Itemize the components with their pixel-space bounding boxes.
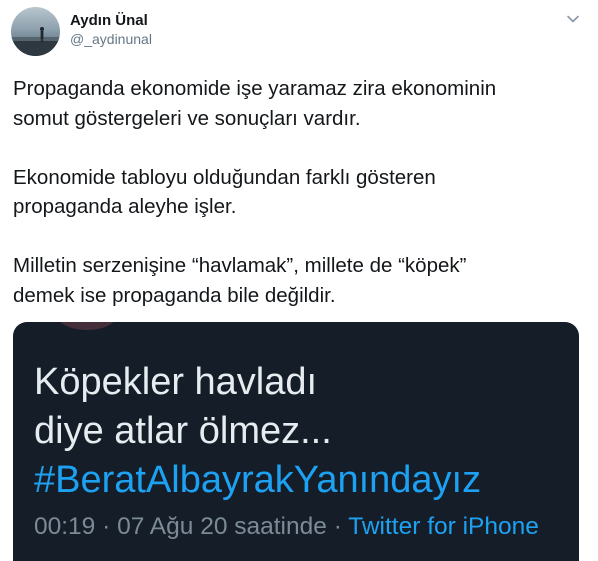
tweet-text-line: Milletin serzenişine “havlamak”, millete… bbox=[13, 254, 467, 277]
quoted-text-line-1: Köpekler havladı bbox=[34, 361, 318, 403]
attached-screenshot[interactable]: Köpekler havladı diye atlar ölmez... #Be… bbox=[13, 322, 579, 561]
tweet-card: Aydın Ünal @_aydinunal Propaganda ekonom… bbox=[0, 0, 598, 561]
tweet-text-line: propaganda aleyhe işler. bbox=[13, 195, 237, 218]
avatar[interactable] bbox=[11, 7, 60, 56]
author-display-name[interactable]: Aydın Ünal bbox=[70, 11, 152, 30]
cropped-avatar-remnant bbox=[57, 322, 117, 330]
author-info: Aydın Ünal @_aydinunal bbox=[70, 11, 152, 49]
tweet-text: Propaganda ekonomide işe yaramaz zira ek… bbox=[13, 74, 585, 310]
tweet-paragraph: Propaganda ekonomide işe yaramaz zira ek… bbox=[13, 74, 585, 133]
quoted-timestamp: 00:19 · 07 Ağu 20 saatinde bbox=[34, 513, 327, 540]
quoted-tweet-meta: 00:19 · 07 Ağu 20 saatinde · Twitter for… bbox=[34, 513, 539, 541]
tweet-text-line: somut göstergeleri ve sonuçları vardır. bbox=[13, 106, 361, 130]
tweet-paragraph: Ekonomide tabloyu olduğundan farklı göst… bbox=[13, 163, 585, 222]
quoted-hashtag: #BeratAlbayrakYanındayız bbox=[34, 459, 482, 501]
meta-separator: · bbox=[326, 513, 349, 540]
tweet-text-line: Propaganda ekonomide işe yaramaz zira ek… bbox=[13, 77, 497, 100]
quoted-source-link: Twitter for iPhone bbox=[348, 513, 539, 540]
tweet-text-line: demek ise propaganda bile değildir. bbox=[13, 283, 336, 307]
quoted-text-line-2: diye atlar ölmez... bbox=[34, 410, 332, 452]
author-handle[interactable]: @_aydinunal bbox=[70, 30, 152, 49]
tweet-paragraph: Milletin serzenişine “havlamak”, millete… bbox=[13, 251, 585, 310]
profile-photo-silhouette-icon bbox=[11, 27, 60, 56]
chevron-down-icon[interactable] bbox=[566, 12, 580, 26]
tweet-text-line: Ekonomide tabloyu olduğundan farklı göst… bbox=[13, 165, 436, 189]
